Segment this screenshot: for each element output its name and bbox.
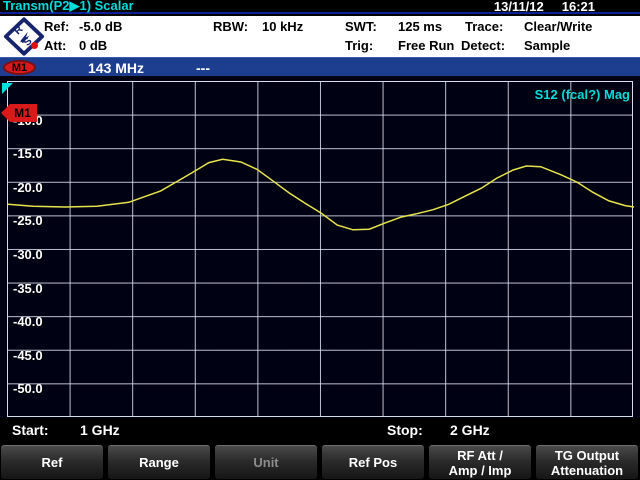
softkey-ref[interactable]: Ref	[1, 445, 103, 479]
swt-label: SWT:	[345, 19, 377, 34]
trace	[8, 159, 634, 230]
trace-label: Trace:	[465, 19, 503, 34]
rbw-value: 10 kHz	[262, 19, 303, 34]
marker-m1-badge: M1	[3, 60, 36, 75]
marker-readout-bar: M1 143 MHz ---	[0, 57, 640, 76]
softkey-ref-pos[interactable]: Ref Pos	[322, 445, 424, 479]
analyzer-screen: Transm(P2▶1) Scalar 13/11/12 16:21 R S R…	[0, 0, 640, 480]
frequency-row: Start: 1 GHz Stop: 2 GHz	[0, 418, 640, 442]
trig-value: Free Run	[398, 38, 454, 53]
measurement-grid: -10.0 -15.0 -20.0 -25.0 -30.0 -35.0 -40.…	[7, 81, 633, 417]
settings-header: R S Ref: -5.0 dB Att: 0 dB RBW: 10 kHz S…	[0, 16, 640, 57]
trace-corner-indicator-icon	[2, 83, 13, 94]
date-time: 13/11/12 16:21	[494, 0, 595, 14]
att-value: 0 dB	[79, 38, 107, 53]
rbw-label: RBW:	[213, 19, 248, 34]
detect-value: Sample	[524, 38, 570, 53]
softkey-rf-att[interactable]: RF Att / Amp / Imp	[429, 445, 531, 479]
swt-value: 125 ms	[398, 19, 442, 34]
softkey-unit[interactable]: Unit	[215, 445, 317, 479]
rohde-schwarz-logo: R S	[3, 16, 45, 57]
start-label: Start:	[12, 422, 49, 438]
start-value: 1 GHz	[80, 422, 120, 438]
stop-value: 2 GHz	[450, 422, 490, 438]
trace-value: Clear/Write	[524, 19, 592, 34]
stop-label: Stop:	[387, 422, 423, 438]
trace-layer	[8, 82, 634, 418]
softkey-range[interactable]: Range	[108, 445, 210, 479]
title-bar: Transm(P2▶1) Scalar 13/11/12 16:21	[0, 0, 640, 14]
time: 16:21	[562, 0, 595, 14]
softkey-tg-output[interactable]: TG Output Attenuation	[536, 445, 638, 479]
measurement-title: Transm(P2▶1) Scalar	[0, 0, 134, 14]
trig-label: Trig:	[345, 38, 373, 53]
softkey-bar: Ref Range Unit Ref Pos RF Att / Amp / Im…	[0, 442, 640, 480]
detect-label: Detect:	[461, 38, 505, 53]
marker-frequency: 143 MHz	[88, 60, 144, 76]
trace-annotation: S12 (fcal?) Mag	[535, 87, 630, 102]
ref-label: Ref:	[44, 19, 69, 34]
ref-value: -5.0 dB	[79, 19, 122, 34]
marker-level: ---	[196, 60, 210, 76]
graph-panel: -10.0 -15.0 -20.0 -25.0 -30.0 -35.0 -40.…	[0, 76, 640, 418]
att-label: Att:	[44, 38, 66, 53]
date: 13/11/12	[494, 0, 544, 14]
att-indicator-dot	[31, 42, 38, 49]
